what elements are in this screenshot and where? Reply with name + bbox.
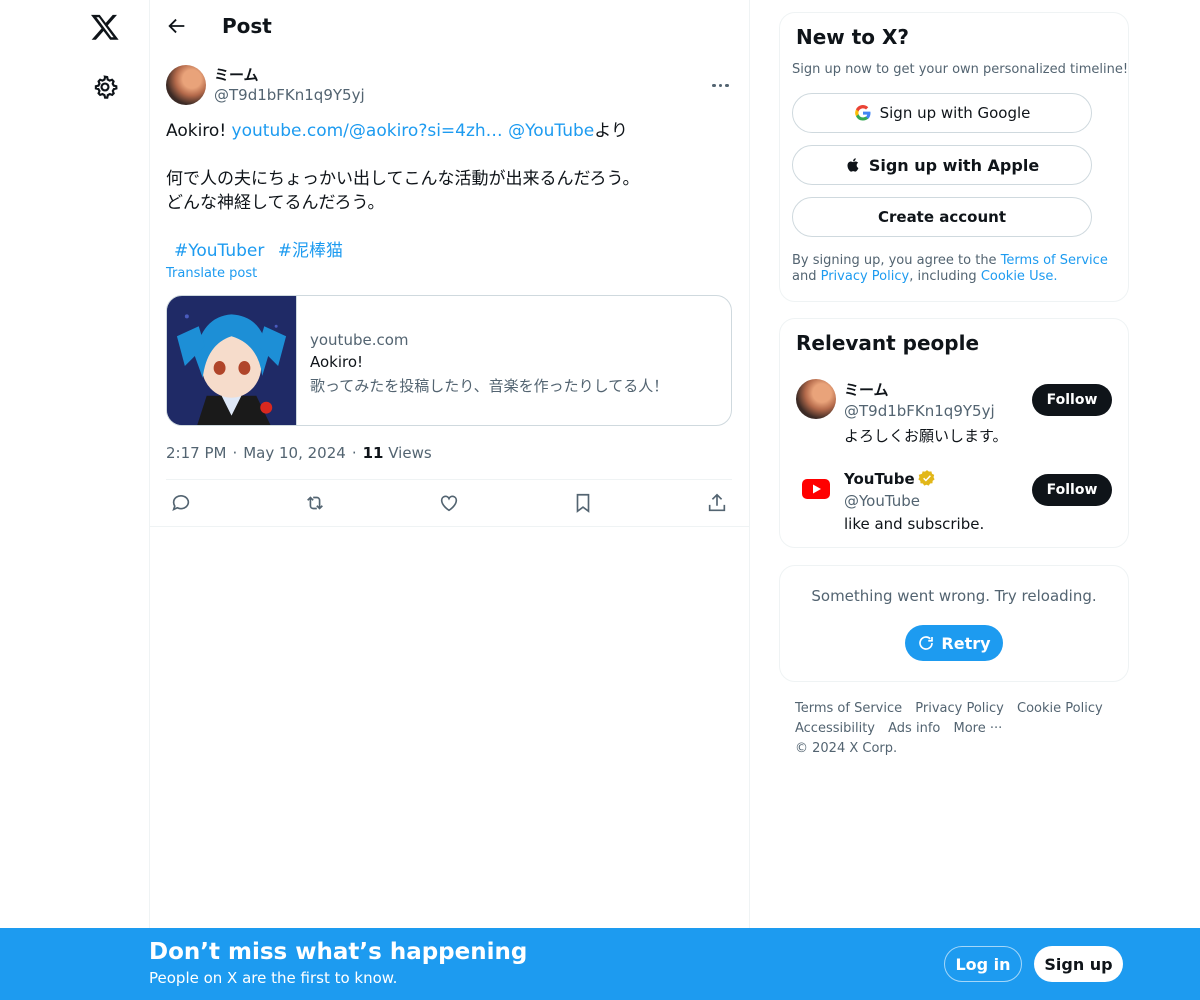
post-text: より [594,121,628,141]
create-account-button[interactable]: Create account [792,197,1092,237]
gear-icon[interactable] [92,74,118,100]
footer-link-more[interactable]: More ··· [953,721,1002,736]
hashtag-link[interactable]: #YouTuber [174,241,264,261]
page-title: Post [222,14,272,38]
legal-text: and [792,269,821,284]
person-handle[interactable]: @T9d1bFKn1q9Y5yj [844,402,995,420]
bookmark-icon[interactable] [572,492,594,514]
post-text-line: Aokiro! youtube.com/@aokiro?si=4zh… @You… [166,119,628,143]
apple-signup-label: Sign up with Apple [868,155,1040,175]
person-bio: like and subscribe. [844,515,985,533]
post-date[interactable]: May 10, 2024 [243,444,346,462]
banner-title: Don’t miss what’s happening [149,939,528,965]
post-header: Post [150,0,750,54]
login-button[interactable]: Log in [944,946,1022,982]
google-icon [854,104,871,121]
privacy-link[interactable]: Privacy Policy [821,269,910,284]
legal-text: , including [909,269,981,284]
link-card[interactable]: youtube.com Aokiro! 歌ってみたを投稿したり、音楽を作ったりし… [166,295,732,426]
apple-signup-button[interactable]: Sign up with Apple [792,145,1092,185]
legal-text: By signing up, you agree to the [792,253,1001,268]
avatar[interactable] [796,379,836,419]
retry-label: Retry [941,633,991,653]
signup-banner: Don’t miss what’s happening People on X … [0,928,1200,1000]
action-bar [150,480,750,527]
person-handle[interactable]: @YouTube [844,492,920,510]
footer-link-cookie[interactable]: Cookie Policy [1017,701,1103,716]
back-arrow-icon[interactable] [166,15,188,37]
card-title: Aokiro! [310,353,364,371]
card-thumbnail [167,296,297,425]
relevant-people-panel: Relevant people ミーム @T9d1bFKn1q9Y5yj よろし… [779,318,1129,548]
person-name[interactable]: YouTube [844,470,915,488]
cookie-link[interactable]: Cookie Use. [981,269,1058,284]
footer-links: Terms of Service Privacy Policy Cookie P… [795,699,1125,759]
google-signup-label: Sign up with Google [879,104,1031,122]
google-signup-button[interactable]: Sign up with Google [792,93,1092,133]
person-name-row[interactable]: YouTube [844,469,936,488]
refresh-icon [919,636,934,650]
post-meta: 2:17 PM · May 10, 2024 · 11 Views [166,444,432,462]
signup-title: New to X? [796,25,910,49]
reply-icon[interactable] [170,492,192,514]
signup-panel: New to X? Sign up now to get your own pe… [779,12,1129,302]
follow-button[interactable]: Follow [1032,384,1112,416]
left-nav [0,0,150,1000]
mention-link[interactable]: @YouTube [508,121,594,141]
banner-subtitle: People on X are the first to know. [149,969,398,987]
relevant-people-title: Relevant people [796,331,980,355]
footer-link-terms[interactable]: Terms of Service [795,701,902,716]
avatar[interactable] [166,65,206,105]
like-icon[interactable] [438,492,460,514]
person-name[interactable]: ミーム [844,379,889,400]
post-link[interactable]: youtube.com/@aokiro?si=4zh… [232,121,503,141]
repost-icon[interactable] [304,492,326,514]
author-handle[interactable]: @T9d1bFKn1q9Y5yj [214,86,365,104]
more-icon[interactable] [712,72,732,87]
avatar[interactable] [796,469,836,509]
retry-button[interactable]: Retry [905,625,1003,661]
card-description: 歌ってみたを投稿したり、音楽を作ったりしてる人！ [310,377,669,395]
signup-legal-text: By signing up, you agree to the Terms of… [792,253,1122,285]
hashtag-line: #YouTuber #泥棒猫 [166,239,343,263]
youtube-icon [802,479,830,499]
post-text-line: 何で人の夫にちょっかい出してこんな活動が出来るんだろう。 [166,169,640,189]
post-time[interactable]: 2:17 PM [166,444,226,462]
views-count: 11 [362,444,384,462]
signup-button[interactable]: Sign up [1034,946,1123,982]
post-text: Aokiro! [166,121,232,141]
share-icon[interactable] [706,492,728,514]
follow-button[interactable]: Follow [1032,474,1112,506]
verified-icon [918,470,935,486]
error-message: Something went wrong. Try reloading. [811,587,1097,605]
person-bio: よろしくお願いします。 [844,427,1008,445]
signup-subtitle: Sign up now to get your own personalized… [792,62,1129,77]
x-logo-icon[interactable] [90,12,120,42]
copyright: © 2024 X Corp. [795,741,898,756]
hashtag-link[interactable]: #泥棒猫 [278,241,343,261]
terms-link[interactable]: Terms of Service [1001,253,1108,268]
views-label: Views [388,444,432,462]
author-name[interactable]: ミーム [214,64,259,85]
card-domain: youtube.com [310,331,409,349]
error-panel: Something went wrong. Try reloading. Ret… [779,565,1129,682]
footer-link-ads[interactable]: Ads info [888,721,940,736]
footer-link-accessibility[interactable]: Accessibility [795,721,875,736]
footer-link-privacy[interactable]: Privacy Policy [915,701,1004,716]
post-text-line: どんな神経してるんだろう。 [166,193,385,213]
translate-link[interactable]: Translate post [166,266,257,281]
main-column: Post ミーム @T9d1bFKn1q9Y5yj Aokiro! youtub… [149,0,750,1000]
apple-icon [847,158,859,172]
